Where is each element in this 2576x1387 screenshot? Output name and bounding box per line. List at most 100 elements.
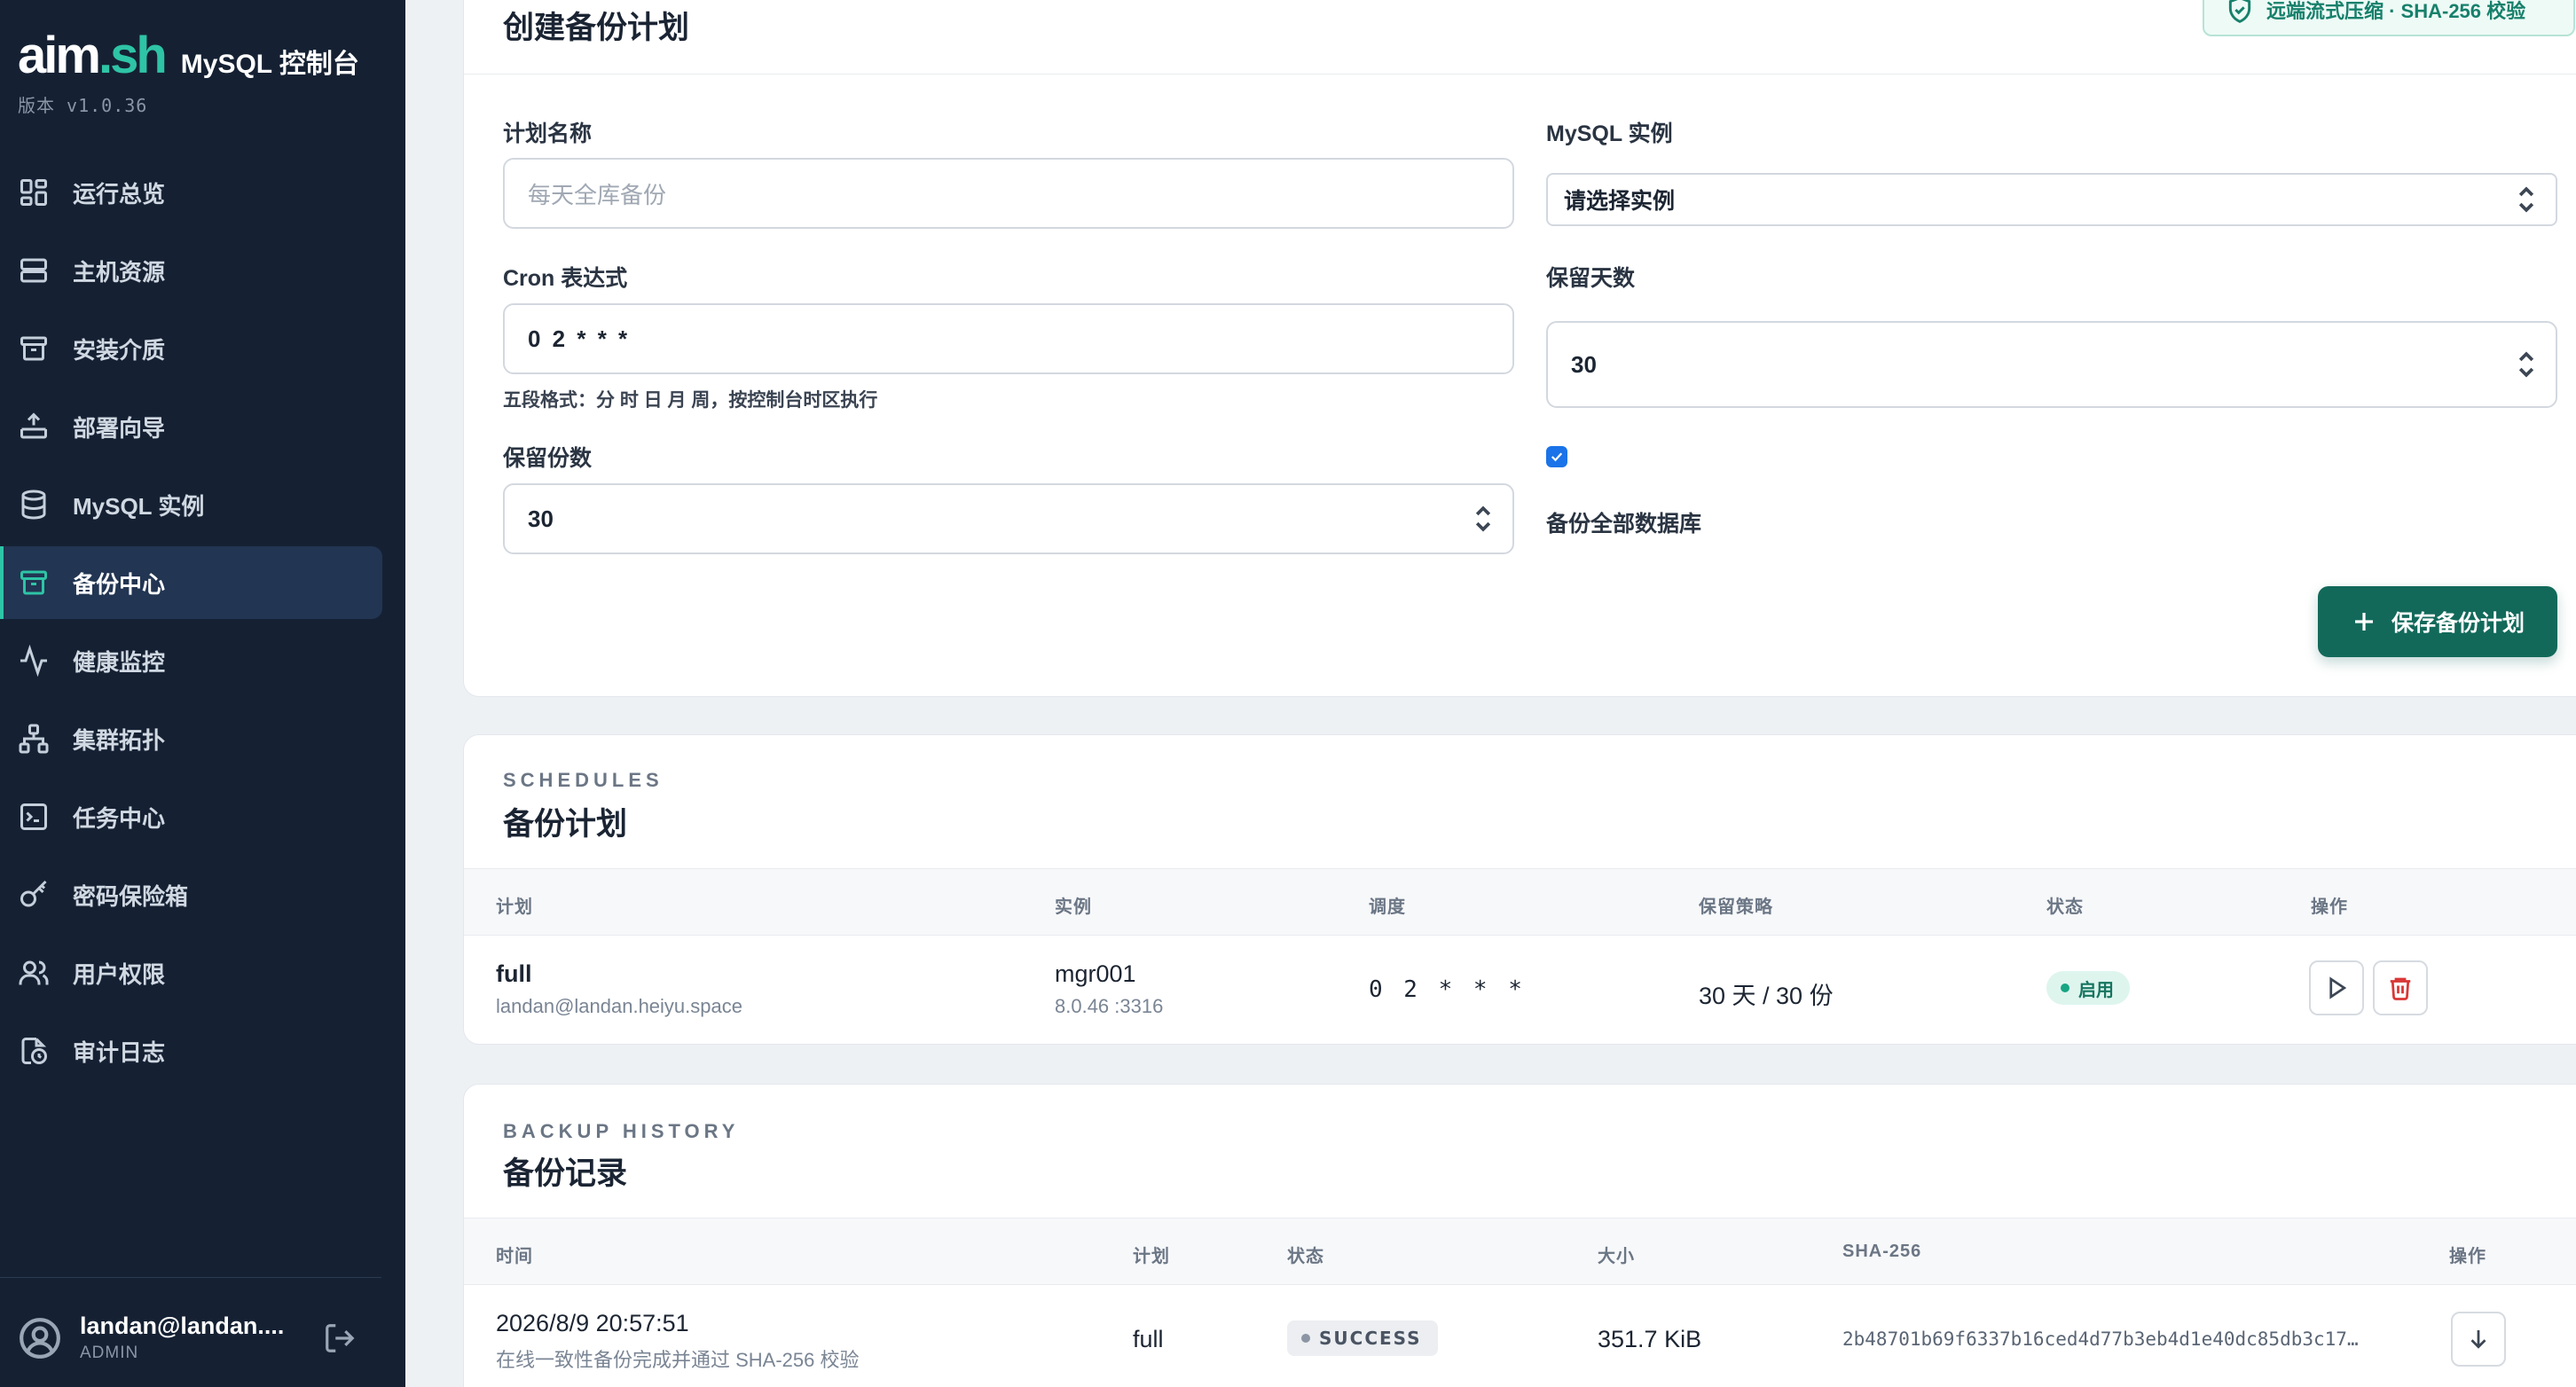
column-header: 状态: [2046, 897, 2084, 917]
sidebar-item-tasks[interactable]: 任务中心: [0, 780, 382, 853]
column-header: 调度: [1369, 897, 1406, 917]
user-role: ADMIN: [80, 1344, 139, 1362]
user-profile[interactable]: landan@landan.... ADMIN: [18, 1313, 373, 1363]
retain-count-label: 保留份数: [503, 446, 593, 471]
brand[interactable]: aim.sh MySQL 控制台: [18, 30, 359, 82]
sidebar-item-overview[interactable]: 运行总览: [0, 156, 382, 229]
sidebar-item-password-vault[interactable]: 密码保险箱: [0, 858, 382, 931]
users-icon: [18, 957, 50, 989]
sidebar-item-hosts[interactable]: 主机资源: [0, 234, 382, 307]
sidebar-item-label: 用户权限: [73, 960, 166, 988]
column-header: SHA-256: [1842, 1242, 1922, 1261]
trash-icon: [2390, 977, 2411, 1000]
key-icon: [18, 879, 50, 911]
download-backup-button[interactable]: [2451, 1312, 2506, 1367]
section-title: 备份计划: [503, 807, 628, 842]
terminal-icon: [18, 801, 50, 833]
plus-icon: [2354, 613, 2373, 631]
verify-chip: 远端流式压缩 · SHA-256 校验: [2203, 0, 2575, 36]
section-eyebrow: BACKUP HISTORY: [503, 1120, 740, 1142]
shield-check-icon: [2228, 0, 2251, 23]
select-chevrons-icon: [2517, 184, 2536, 215]
table-header: 计划 实例 调度 保留策略 状态 操作: [464, 868, 2576, 936]
verify-chip-label: 远端流式压缩 · SHA-256 校验: [2266, 0, 2526, 22]
instance-version: 8.0.46 :3316: [1055, 995, 1164, 1017]
sidebar-item-audit-log[interactable]: 审计日志: [0, 1015, 382, 1087]
retain-days-input[interactable]: 30: [1546, 321, 2557, 408]
arrow-down-icon: [2470, 1330, 2486, 1349]
sidebar-item-mysql-instances[interactable]: MySQL 实例: [0, 468, 382, 541]
activity-pulse-icon: [18, 645, 50, 677]
all-databases-checkbox[interactable]: [1546, 446, 1567, 467]
create-backup-plan-card: 创建备份计划 远端流式压缩 · SHA-256 校验 计划名称 每天全库备份 C…: [463, 0, 2576, 697]
audit-log-icon: [18, 1035, 50, 1067]
column-header: 状态: [1287, 1247, 1324, 1266]
run-now-button[interactable]: [2309, 960, 2364, 1015]
logout-icon[interactable]: [323, 1321, 357, 1355]
plan-name-input[interactable]: 每天全库备份: [503, 158, 1514, 229]
sidebar-nav: 运行总览 主机资源 安装介质 部署向导 MySQL 实例 备份中心 健康监控 集…: [0, 156, 405, 1093]
column-header: 保留策略: [1699, 897, 1773, 917]
status-label: SUCCESS: [1319, 1328, 1422, 1349]
check-icon: [1551, 452, 1563, 462]
sidebar-item-user-permissions[interactable]: 用户权限: [0, 936, 382, 1009]
status-dot: [2061, 983, 2069, 992]
sidebar-item-deploy[interactable]: 部署向导: [0, 390, 382, 463]
retain-count-value: 30: [528, 505, 554, 532]
sidebar-item-label: 任务中心: [73, 804, 166, 832]
instance-name: mgr001: [1055, 960, 1136, 987]
server-icon: [18, 255, 50, 286]
backup-time: 2026/8/9 20:57:51: [496, 1310, 689, 1336]
section-eyebrow: SCHEDULES: [503, 769, 664, 791]
backup-history-card: BACKUP HISTORY 备份记录 时间 计划 状态 大小 SHA-256 …: [463, 1084, 2576, 1387]
archive-box-icon: [18, 567, 50, 599]
stepper-icon[interactable]: [1473, 504, 1493, 534]
avatar: [18, 1316, 62, 1360]
topology-icon: [18, 723, 50, 755]
plan-owner: landan@landan.heiyu.space: [496, 995, 742, 1017]
play-icon: [2329, 976, 2347, 999]
user-info: landan@landan.... ADMIN: [80, 1313, 302, 1363]
sidebar-item-label: 备份中心: [73, 570, 166, 598]
sidebar-item-label: 部署向导: [73, 414, 166, 442]
schedules-card: SCHEDULES 备份计划 计划 实例 调度 保留策略 状态 操作 full …: [463, 734, 2576, 1045]
sidebar-item-label: 主机资源: [73, 258, 166, 286]
sidebar-item-media[interactable]: 安装介质: [0, 312, 382, 385]
backup-note: 在线一致性备份完成并通过 SHA-256 校验: [496, 1349, 860, 1371]
retain-days-label: 保留天数: [1546, 266, 1636, 291]
save-backup-plan-button[interactable]: 保存备份计划: [2318, 586, 2557, 657]
backup-size: 351.7 KiB: [1598, 1326, 1702, 1352]
delete-schedule-button[interactable]: [2373, 960, 2428, 1015]
cron-hint: 五段格式：分 时 日 月 周，按控制台时区执行: [503, 390, 878, 411]
status-badge: SUCCESS: [1287, 1320, 1438, 1356]
retention-policy: 30 天 / 30 份: [1699, 983, 1834, 1009]
cron-input[interactable]: 0 2 * * *: [503, 303, 1514, 374]
archive-box-icon: [18, 333, 50, 364]
sidebar-item-topology[interactable]: 集群拓扑: [0, 702, 382, 775]
sidebar-item-label: 健康监控: [73, 648, 166, 676]
sidebar-item-health[interactable]: 健康监控: [0, 624, 382, 697]
instance-select-value: 请选择实例: [1564, 189, 1676, 214]
upload-tray-icon: [18, 411, 50, 443]
section-title: 备份记录: [503, 1156, 628, 1191]
sidebar-item-label: 集群拓扑: [73, 726, 166, 754]
status-dot: [1301, 1334, 1310, 1343]
all-databases-label: 备份全部数据库: [1546, 512, 1702, 537]
column-header: 实例: [1055, 897, 1092, 917]
save-button-label: 保存备份计划: [2391, 611, 2525, 636]
retain-count-input[interactable]: 30: [503, 483, 1514, 554]
sidebar-divider: [0, 1277, 381, 1278]
column-header: 计划: [496, 897, 533, 917]
stepper-icon[interactable]: [2517, 349, 2536, 380]
instance-select[interactable]: 请选择实例: [1546, 173, 2557, 226]
cron-label: Cron 表达式: [503, 266, 628, 291]
sidebar-item-backup-center[interactable]: 备份中心: [0, 546, 382, 619]
cron-expression: 0 2 * * *: [1369, 976, 1526, 1003]
card-title: 创建备份计划: [503, 11, 690, 45]
sidebar-item-label: MySQL 实例: [73, 492, 205, 520]
brand-logo-accent: .sh: [98, 27, 168, 84]
backup-sha256: 2b48701b69f6337b16ced4d77b3eb4d1e40dc85d…: [1842, 1328, 2359, 1350]
sidebar: aim.sh MySQL 控制台 版本 v1.0.36 运行总览 主机资源 安装…: [0, 0, 405, 1387]
sidebar-item-label: 密码保险箱: [73, 882, 189, 910]
app-version: 版本 v1.0.36: [18, 95, 148, 116]
